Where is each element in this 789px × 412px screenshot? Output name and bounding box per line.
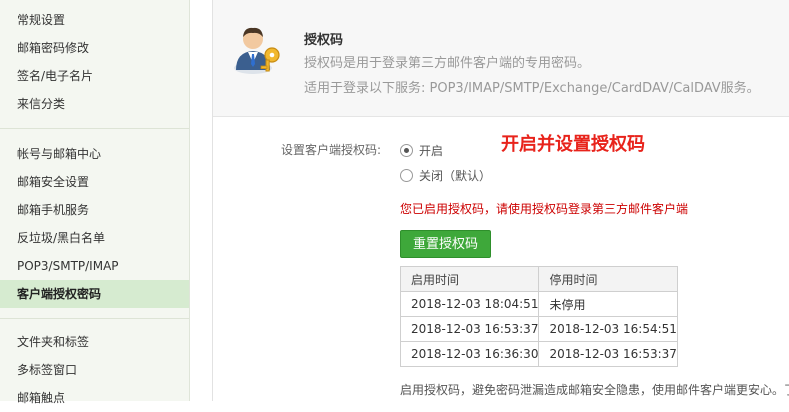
- sidebar-divider: [0, 128, 189, 129]
- radio-checked-icon[interactable]: [400, 144, 413, 157]
- footer-note: 启用授权码，避免密码泄漏造成邮箱安全隐患，使用邮件客户端更安心。了: [400, 383, 789, 397]
- disabled-time-cell: 2018-12-03 16:53:37: [538, 341, 678, 367]
- sidebar-item-general-settings[interactable]: 常规设置: [0, 6, 189, 34]
- sidebar-item-multi-tab-window[interactable]: 多标签窗口: [0, 356, 189, 384]
- main-panel: 授权码 授权码是用于登录第三方邮件客户端的专用密码。 适用于登录以下服务: PO…: [212, 0, 789, 401]
- enabled-time-cell: 2018-12-03 16:36:30: [399, 341, 540, 367]
- sidebar-item-mail-touchpoint[interactable]: 邮箱触点: [0, 384, 189, 412]
- radio-disable[interactable]: 关闭（默认）: [400, 167, 491, 185]
- sidebar-item-folders-labels[interactable]: 文件夹和标签: [0, 328, 189, 356]
- sidebar-item-antispam[interactable]: 反垃圾/黑白名单: [0, 224, 189, 252]
- disabled-time-cell: 2018-12-03 16:54:51: [538, 316, 678, 342]
- column-header-disabled-time: 停用时间: [538, 266, 678, 292]
- radio-enable-label: 开启: [419, 144, 444, 158]
- reset-auth-code-button[interactable]: 重置授权码: [400, 230, 491, 258]
- disabled-time-cell: 未停用: [538, 291, 678, 317]
- enabled-status-message: 您已启用授权码，请使用授权码登录第三方邮件客户端: [400, 202, 689, 216]
- supported-services-text: 适用于登录以下服务: POP3/IMAP/SMTP/Exchange/CardD…: [304, 81, 760, 96]
- page-title: 授权码: [304, 33, 344, 48]
- auth-code-description: 授权码是用于登录第三方邮件客户端的专用密码。: [304, 56, 591, 71]
- sidebar-item-client-auth-password[interactable]: 客户端授权密码: [0, 280, 189, 308]
- enabled-time-cell: 2018-12-03 16:53:37: [399, 316, 540, 342]
- enable-annotation: 开启并设置授权码: [501, 134, 645, 155]
- sidebar-item-signature[interactable]: 签名/电子名片: [0, 62, 189, 90]
- auth-history-table: 启用时间 停用时间 2018-12-03 18:04:51 未停用 2018-1…: [399, 266, 678, 367]
- settings-sidebar: 常规设置 邮箱密码修改 签名/电子名片 来信分类 帐号与邮箱中心 邮箱安全设置 …: [0, 0, 190, 405]
- table-row: 2018-12-03 16:36:30 2018-12-03 16:53:37: [399, 341, 678, 367]
- enabled-time-cell: 2018-12-03 18:04:51: [399, 291, 540, 317]
- sidebar-item-mobile-service[interactable]: 邮箱手机服务: [0, 196, 189, 224]
- user-key-icon: [234, 27, 280, 74]
- table-row: 2018-12-03 16:53:37 2018-12-03 16:54:51: [399, 316, 678, 342]
- table-row: 2018-12-03 18:04:51 未停用: [399, 291, 678, 317]
- radio-enable[interactable]: 开启: [400, 142, 443, 160]
- sidebar-item-pop3-smtp-imap[interactable]: POP3/SMTP/IMAP: [0, 252, 189, 280]
- column-header-enabled-time: 启用时间: [399, 266, 540, 292]
- radio-disable-label: 关闭（默认）: [419, 169, 492, 183]
- radio-unchecked-icon[interactable]: [400, 169, 413, 182]
- sidebar-item-security[interactable]: 邮箱安全设置: [0, 168, 189, 196]
- sidebar-item-password-change[interactable]: 邮箱密码修改: [0, 34, 189, 62]
- sidebar-item-mail-filter[interactable]: 来信分类: [0, 90, 189, 118]
- sidebar-item-account-center[interactable]: 帐号与邮箱中心: [0, 140, 189, 168]
- table-header-row: 启用时间 停用时间: [399, 266, 678, 292]
- auth-setting-label: 设置客户端授权码:: [281, 143, 382, 157]
- auth-code-header: 授权码 授权码是用于登录第三方邮件客户端的专用密码。 适用于登录以下服务: PO…: [213, 0, 789, 117]
- sidebar-divider: [0, 318, 189, 319]
